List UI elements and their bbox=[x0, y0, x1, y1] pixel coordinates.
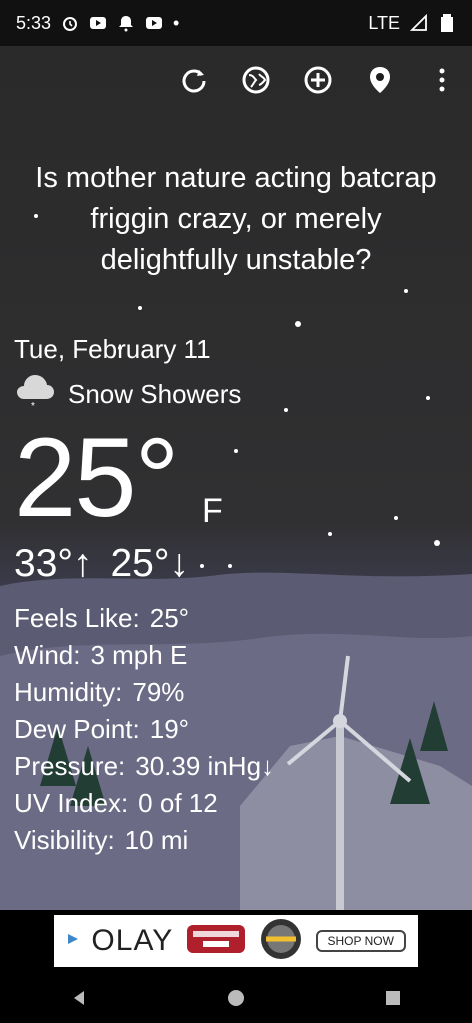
recent-apps-icon[interactable] bbox=[381, 986, 405, 1010]
back-icon[interactable] bbox=[67, 986, 91, 1010]
detail-visibility: Visibility: 10 mi bbox=[14, 822, 434, 859]
alarm-icon bbox=[61, 14, 79, 32]
weather-scene: Is mother nature acting batcrap friggin … bbox=[0, 46, 472, 910]
detail-label: Feels Like: bbox=[14, 603, 140, 633]
detail-value: 25° bbox=[149, 603, 190, 633]
detail-label: Dew Point: bbox=[14, 714, 140, 744]
battery-icon bbox=[438, 14, 456, 32]
navigation-bar bbox=[0, 972, 472, 1023]
add-icon[interactable] bbox=[302, 64, 334, 96]
ad-brand: OLAY bbox=[91, 924, 174, 957]
detail-value: 0 of 12 bbox=[138, 788, 218, 818]
detail-dew-point: Dew Point: 19° bbox=[14, 711, 434, 748]
headline: Is mother nature acting batcrap friggin … bbox=[35, 162, 437, 276]
network-label: LTE bbox=[368, 12, 400, 33]
ad-info-icon[interactable] bbox=[66, 932, 80, 951]
advertisement-banner[interactable]: OLAY SHOP NOW bbox=[54, 915, 418, 967]
detail-label: Pressure: bbox=[14, 751, 126, 781]
refresh-icon[interactable] bbox=[178, 64, 210, 96]
detail-uv-index: UV Index: 0 of 12 bbox=[14, 785, 434, 822]
globe-icon[interactable] bbox=[240, 64, 272, 96]
weather-summary: Tue, February 11 * Snow Showers 25° F 33… bbox=[14, 334, 454, 586]
detail-humidity: Humidity: 79% bbox=[14, 674, 434, 711]
detail-value: 10 mi bbox=[124, 825, 189, 855]
status-bar: 5:33 • LTE bbox=[0, 0, 472, 46]
notification-bell-icon bbox=[117, 14, 135, 32]
low-temperature: 25°↓ bbox=[110, 542, 189, 585]
high-temperature: 33°↑ bbox=[14, 542, 93, 585]
detail-label: Wind: bbox=[14, 640, 81, 670]
svg-text:*: * bbox=[31, 401, 35, 409]
condition-label: Snow Showers bbox=[68, 379, 242, 409]
temperature-wrap: 25° F bbox=[14, 422, 454, 534]
detail-feels-like: Feels Like: 25° bbox=[14, 600, 434, 637]
condition-row: * Snow Showers bbox=[14, 373, 454, 416]
more-vert-icon[interactable] bbox=[426, 64, 458, 96]
high-low-row: 33°↑ 25°↓ bbox=[14, 542, 454, 586]
detail-value: 30.39 inHg↓ bbox=[135, 751, 275, 781]
weather-details: Feels Like: 25° Wind: 3 mph E Humidity: … bbox=[14, 600, 434, 859]
detail-value: 19° bbox=[149, 714, 190, 744]
shop-now-button[interactable]: SHOP NOW bbox=[315, 930, 406, 952]
detail-label: Visibility: bbox=[14, 825, 115, 855]
product-image-icon bbox=[185, 917, 247, 966]
status-time: 5:33 bbox=[16, 12, 52, 33]
detail-value: 3 mph E bbox=[90, 640, 188, 670]
notification-dot-icon: • bbox=[173, 12, 180, 33]
youtube-icon-2 bbox=[145, 14, 163, 32]
date-label: Tue, February 11 bbox=[14, 334, 211, 364]
status-right: LTE bbox=[368, 13, 456, 34]
current-temperature: 25° bbox=[14, 415, 179, 540]
toolbar bbox=[178, 64, 458, 96]
temperature-unit: F bbox=[202, 492, 223, 530]
home-icon[interactable] bbox=[224, 986, 248, 1010]
signal-icon bbox=[410, 14, 428, 32]
location-icon[interactable] bbox=[364, 64, 396, 96]
detail-wind: Wind: 3 mph E bbox=[14, 637, 434, 674]
youtube-icon bbox=[89, 14, 107, 32]
detail-pressure: Pressure: 30.39 inHg↓ bbox=[14, 748, 434, 785]
detail-label: UV Index: bbox=[14, 788, 129, 818]
ad-bar: OLAY SHOP NOW bbox=[0, 910, 472, 972]
status-left: 5:33 • bbox=[16, 13, 179, 34]
hall-of-fame-badge-icon bbox=[258, 916, 304, 967]
detail-label: Humidity: bbox=[14, 677, 123, 707]
detail-value: 79% bbox=[132, 677, 185, 707]
snow-cloud-icon: * bbox=[14, 373, 56, 416]
